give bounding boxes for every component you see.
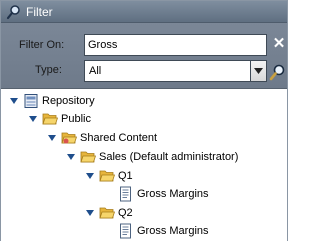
tree-node-label: Repository: [42, 95, 95, 107]
folder-open-icon: [42, 113, 58, 125]
report-icon: [120, 186, 131, 202]
tree-node-label: Gross Margins: [137, 188, 209, 200]
tree-node-label: Shared Content: [80, 132, 158, 144]
folder-open-icon: [80, 151, 96, 163]
report-icon: [120, 223, 131, 239]
close-icon: ✕: [272, 35, 286, 52]
tree-node-q2[interactable]: Q2: [85, 204, 133, 222]
type-dropdown-button[interactable]: [250, 61, 266, 81]
tree-node-q1[interactable]: Q1: [85, 167, 133, 185]
type-select[interactable]: All: [84, 60, 267, 82]
filter-form: Filter On: ✕ Type: All: [1, 23, 287, 89]
expanded-arrow-icon[interactable]: [47, 133, 57, 143]
tree-node-gross-margins-q2[interactable]: Gross Margins: [118, 222, 209, 240]
filter-on-input[interactable]: [84, 34, 267, 56]
search-icon[interactable]: [269, 63, 287, 81]
tree-node-label: Gross Margins: [137, 225, 209, 237]
filter-search-icon: [6, 4, 20, 19]
expanded-arrow-icon[interactable]: [85, 208, 95, 218]
folder-open-icon: [99, 170, 115, 182]
expanded-arrow-icon[interactable]: [9, 96, 19, 106]
tree-node-label: Q2: [118, 207, 133, 219]
tree-node-public[interactable]: Public: [28, 110, 91, 128]
tree-node-label: Sales (Default administrator): [99, 151, 239, 163]
chevron-down-icon: [254, 68, 263, 74]
expanded-arrow-icon[interactable]: [85, 171, 95, 181]
clear-filter-button[interactable]: ✕: [272, 35, 286, 53]
folder-open-icon: [99, 207, 115, 219]
expanded-arrow-icon[interactable]: [66, 152, 76, 162]
tree-node-label: Public: [61, 113, 91, 125]
type-select-value: All: [89, 65, 102, 77]
tree-node-label: Q1: [118, 170, 133, 182]
filter-panel: Filter Filter On: ✕ Type: All: [0, 0, 288, 241]
title-bar: Filter: [1, 1, 287, 23]
tree-node-shared-content[interactable]: Shared Content: [47, 129, 157, 147]
type-label: Type:: [35, 64, 62, 76]
tree-node-sales[interactable]: Sales (Default administrator): [66, 148, 238, 166]
shared-folder-icon: [61, 132, 77, 144]
repository-tree: Repository Public Shared Content Sales (…: [1, 89, 287, 241]
filter-on-label: Filter On:: [19, 39, 65, 51]
expanded-arrow-icon[interactable]: [28, 114, 38, 124]
window-title: Filter: [26, 4, 53, 19]
tree-node-repository[interactable]: Repository: [9, 92, 95, 110]
repository-icon: [24, 94, 38, 108]
tree-node-gross-margins-q1[interactable]: Gross Margins: [118, 185, 209, 203]
